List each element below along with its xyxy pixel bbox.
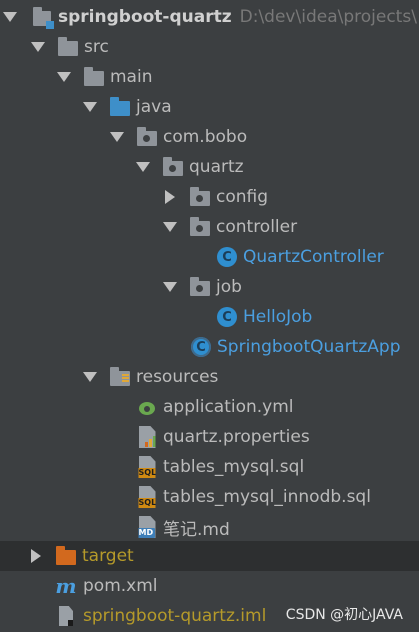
collapse-arrow[interactable]: [56, 62, 72, 92]
tree-row-project-root[interactable]: springboot-quartz D:\dev\idea\projects\: [0, 2, 419, 32]
collapse-arrow[interactable]: [162, 212, 178, 242]
properties-file-icon: [136, 422, 158, 452]
tree-label: quartz.properties: [163, 427, 310, 447]
package-icon: [189, 182, 211, 212]
tree-label: 笔记.md: [163, 519, 230, 540]
package-icon: [189, 212, 211, 242]
tree-label: tables_mysql_innodb.sql: [163, 487, 371, 507]
tree-row-com-bobo[interactable]: com.bobo: [0, 122, 419, 152]
module-file-icon: [55, 601, 77, 631]
tree-row-pom-xml[interactable]: m pom.xml: [0, 571, 419, 601]
java-class-icon: C: [216, 302, 238, 332]
triangle-down-icon: [57, 72, 71, 82]
markdown-file-icon: MD: [136, 512, 158, 542]
maven-icon: m: [55, 574, 77, 598]
tree-row-quartz-properties[interactable]: quartz.properties: [0, 422, 419, 452]
tree-row-tables-mysql-sql[interactable]: SQL tables_mysql.sql: [0, 452, 419, 482]
triangle-down-icon: [83, 102, 97, 112]
tree-label: job: [216, 277, 242, 297]
triangle-down-icon: [163, 282, 177, 292]
package-icon: [162, 152, 184, 182]
tree-row-job[interactable]: job: [0, 272, 419, 302]
tree-row-config[interactable]: config: [0, 182, 419, 212]
java-class-icon: C: [216, 242, 238, 272]
tree-row-java[interactable]: java: [0, 92, 419, 122]
triangle-down-icon: [136, 162, 150, 172]
tree-label: application.yml: [163, 397, 294, 417]
tree-row-target[interactable]: target: [0, 541, 419, 571]
tree-label: quartz: [189, 157, 244, 177]
triangle-down-icon: [3, 12, 17, 22]
tree-label: java: [136, 97, 172, 117]
expand-arrow[interactable]: [28, 541, 44, 571]
sql-file-icon: SQL: [136, 452, 158, 482]
collapse-arrow[interactable]: [82, 92, 98, 122]
collapse-arrow[interactable]: [82, 362, 98, 392]
spring-leaf-icon: [136, 392, 158, 422]
collapse-arrow[interactable]: [2, 2, 18, 32]
triangle-right-icon: [165, 190, 175, 204]
tree-label: tables_mysql.sql: [163, 457, 305, 477]
tree-label: resources: [136, 367, 219, 387]
spring-boot-app-icon: C: [190, 332, 212, 362]
package-icon: [136, 122, 158, 152]
collapse-arrow[interactable]: [109, 122, 125, 152]
resources-folder-icon: [109, 362, 131, 392]
tree-row-controller[interactable]: controller: [0, 212, 419, 242]
collapse-arrow[interactable]: [30, 32, 46, 62]
tree-row-application-yml[interactable]: application.yml: [0, 392, 419, 422]
tree-row-src[interactable]: src: [0, 32, 419, 62]
module-folder-icon: [31, 2, 54, 32]
tree-row-hello-job[interactable]: C HelloJob: [0, 302, 419, 332]
project-path: D:\dev\idea\projects\: [239, 7, 417, 27]
tree-label: QuartzController: [243, 247, 384, 267]
tree-label: springboot-quartz.iml: [83, 606, 267, 626]
tree-row-springboot-quartz-app[interactable]: C SpringbootQuartzApp: [0, 332, 419, 362]
tree-label: main: [110, 67, 153, 87]
excluded-folder-icon: [55, 541, 77, 571]
tree-row-tables-mysql-innodb-sql[interactable]: SQL tables_mysql_innodb.sql: [0, 482, 419, 512]
tree-row-resources[interactable]: resources: [0, 362, 419, 392]
triangle-down-icon: [163, 222, 177, 232]
sql-file-icon: SQL: [136, 482, 158, 512]
tree-label: SpringbootQuartzApp: [217, 337, 401, 357]
collapse-arrow[interactable]: [162, 272, 178, 302]
tree-row-quartz[interactable]: quartz: [0, 152, 419, 182]
tree-row-notes-md[interactable]: MD 笔记.md: [0, 512, 419, 542]
package-icon: [189, 272, 211, 302]
tree-label: HelloJob: [243, 307, 313, 327]
triangle-down-icon: [83, 372, 97, 382]
tree-label: src: [84, 37, 109, 57]
expand-arrow[interactable]: [162, 182, 178, 212]
triangle-right-icon: [31, 549, 41, 563]
project-name: springboot-quartz: [58, 7, 232, 27]
tree-label: config: [216, 187, 269, 207]
folder-icon: [83, 62, 105, 92]
triangle-down-icon: [110, 132, 124, 142]
tree-label: pom.xml: [83, 576, 158, 596]
source-folder-icon: [109, 92, 131, 122]
tree-label: com.bobo: [163, 127, 248, 147]
tree-row-quartz-controller[interactable]: C QuartzController: [0, 242, 419, 272]
tree-label: controller: [216, 217, 298, 237]
triangle-down-icon: [31, 42, 45, 52]
collapse-arrow[interactable]: [135, 152, 151, 182]
tree-row-main[interactable]: main: [0, 62, 419, 92]
folder-icon: [57, 32, 79, 62]
tree-label: target: [82, 546, 134, 566]
watermark: CSDN @初心JAVA: [285, 607, 403, 623]
